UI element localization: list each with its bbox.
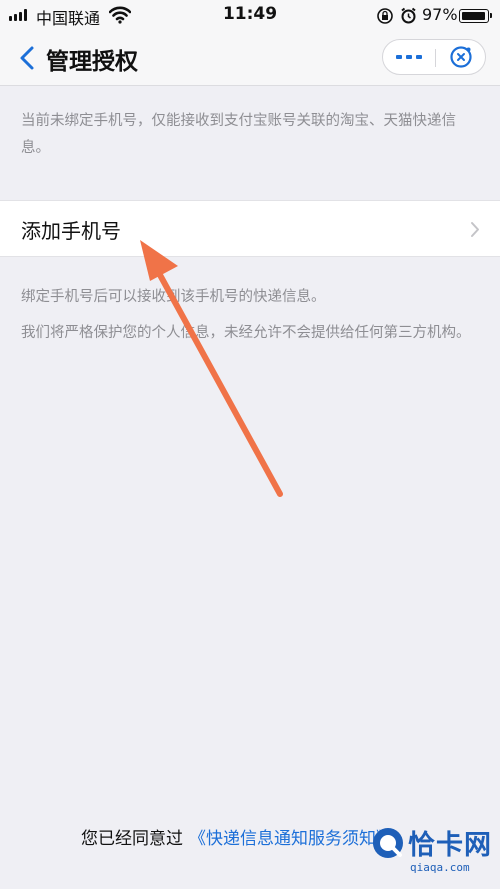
back-button[interactable]: [14, 40, 44, 76]
alarm-icon: [400, 7, 417, 28]
close-circle-icon: [450, 46, 472, 68]
status-bar: 中国联通 11:49 97%: [0, 0, 500, 30]
more-dots-icon: [396, 55, 402, 59]
add-phone-row[interactable]: 添加手机号: [0, 200, 500, 257]
battery-icon: [459, 9, 492, 23]
battery-fill: [461, 11, 486, 20]
chevron-right-icon: [471, 222, 479, 237]
watermark-title: 恰卡网: [408, 830, 492, 861]
privacy-description: 我们将严格保护您的个人信息，未经允许不会提供给任何第三方机构。: [21, 325, 471, 341]
binding-notice: 当前未绑定手机号，仅能接收到支付宝账号关联的淘宝、天猫快递信息。: [21, 113, 456, 156]
mini-program-capsule: [382, 39, 486, 75]
agreement-text: 您已经同意过 《快递信息通知服务须知》: [81, 824, 393, 849]
watermark: 恰卡网 qiaqa.com: [368, 821, 498, 887]
watermark-subtitle: qiaqa.com: [410, 861, 470, 874]
chevron-left-icon: [20, 46, 34, 70]
watermark-logo-icon: [373, 828, 403, 858]
page-title: 管理授权: [46, 49, 138, 75]
agreement-prefix: 您已经同意过: [81, 829, 183, 849]
service-notice-link[interactable]: 《快递信息通知服务须知》: [189, 829, 393, 849]
orientation-lock-icon: [376, 7, 394, 29]
battery-percentage: 97%: [422, 5, 458, 24]
more-button[interactable]: [383, 40, 435, 74]
binding-description: 绑定手机号后可以接收到该手机号的快递信息。: [21, 289, 326, 305]
close-button[interactable]: [436, 40, 486, 74]
nav-bar: 管理授权: [0, 30, 500, 86]
add-phone-label: 添加手机号: [21, 219, 121, 243]
